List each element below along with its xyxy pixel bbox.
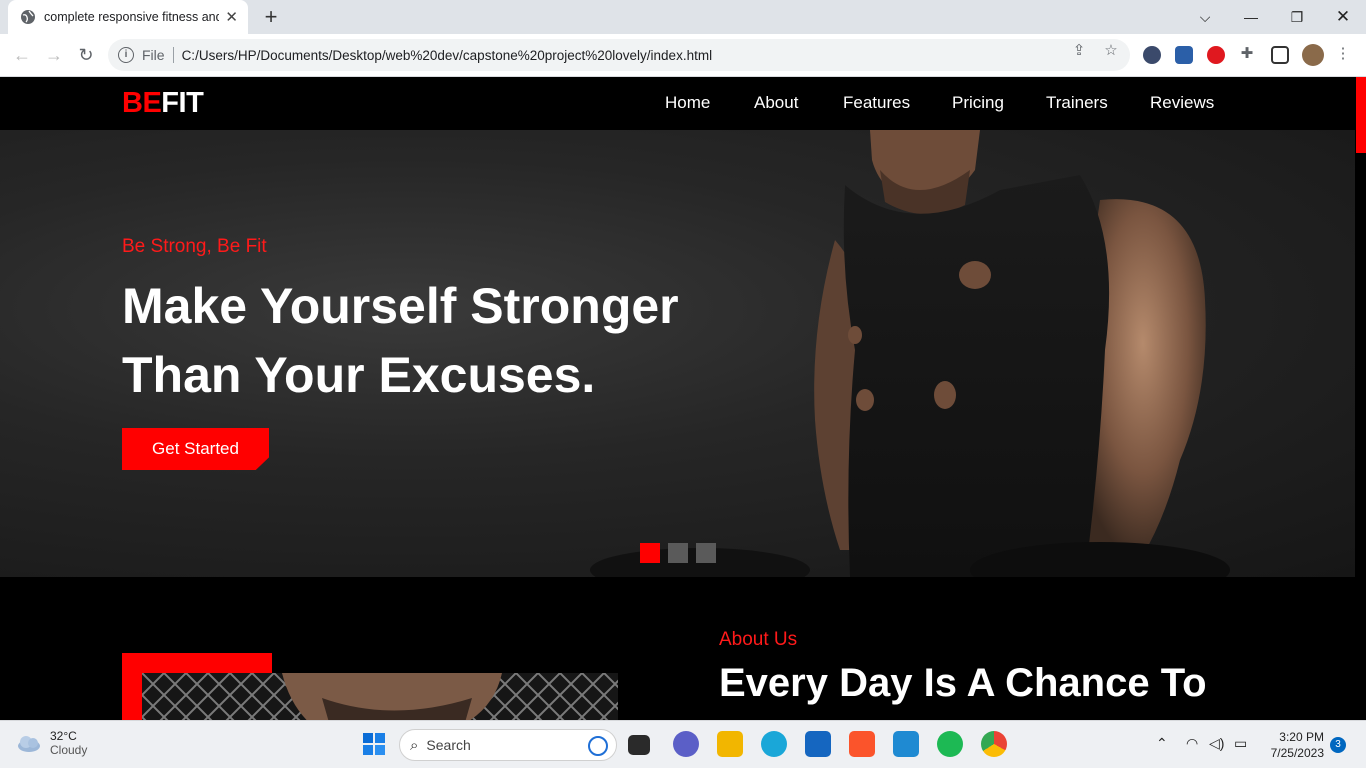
hero-headline-line-1: Make Yourself Stronger [122, 278, 679, 334]
hero-slider: Be Strong, Be Fit Make Yourself Stronger… [0, 130, 1355, 577]
back-button[interactable]: ← [8, 41, 36, 69]
clock-time: 3:20 PM [1279, 730, 1324, 744]
forward-button[interactable]: → [40, 41, 68, 69]
weather-temp: 32°C [50, 729, 77, 743]
extension-icon-2[interactable] [1175, 46, 1193, 64]
taskbar-clock[interactable]: 3:20 PM 7/25/2023 [1262, 729, 1324, 761]
brave-icon[interactable] [849, 731, 875, 757]
hero-headline-line-2: Than Your Excuses. [122, 347, 596, 403]
get-started-button[interactable]: Get Started [122, 428, 269, 470]
notification-badge[interactable]: 3 [1330, 737, 1346, 753]
about-section: About Us Every Day Is A Chance To [0, 577, 1355, 720]
page-scrollbar-thumb[interactable] [1356, 77, 1366, 153]
extension-icon-3[interactable] [1207, 46, 1225, 64]
taskbar-search-label: Search [426, 737, 471, 753]
bing-icon [588, 736, 608, 756]
address-url[interactable]: C:/Users/HP/Documents/Desktop/web%20dev/… [182, 48, 713, 63]
wifi-icon[interactable]: ◠ [1186, 735, 1198, 752]
browser-toolbar: ← → ↻ i File C:/Users/HP/Documents/Deskt… [0, 34, 1366, 77]
weather-widget[interactable]: 32°C Cloudy [16, 729, 87, 757]
cloud-icon [18, 736, 40, 752]
side-panel-icon[interactable] [1271, 46, 1289, 64]
profile-avatar[interactable] [1302, 44, 1324, 66]
maximize-button[interactable]: ❐ [1274, 0, 1320, 34]
site-header: BEFIT Home About Features Pricing Traine… [0, 77, 1355, 130]
nav-home[interactable]: Home [665, 93, 710, 113]
clock-date: 7/25/2023 [1270, 746, 1324, 760]
weather-condition: Cloudy [50, 743, 88, 757]
new-tab-button[interactable]: + [258, 4, 284, 30]
address-separator [172, 47, 174, 63]
nav-reviews[interactable]: Reviews [1150, 93, 1214, 113]
address-scheme: File [142, 47, 165, 63]
slider-dot-1[interactable] [640, 543, 660, 563]
search-icon: ⌕ [410, 736, 419, 754]
chrome-icon[interactable] [981, 731, 1007, 757]
spotify-icon[interactable] [937, 731, 963, 757]
windows-taskbar: 32°C Cloudy ⌕ Search ⌃ ◠ ◁) ▭ 3:20 PM 7/… [0, 720, 1366, 768]
task-view-icon[interactable] [628, 735, 650, 755]
nav-pricing[interactable]: Pricing [952, 93, 1004, 113]
slider-dot-3[interactable] [696, 543, 716, 563]
close-window-button[interactable]: ✕ [1320, 0, 1366, 34]
extension-icon-1[interactable] [1143, 46, 1161, 64]
nav-about[interactable]: About [754, 93, 798, 113]
nav-features[interactable]: Features [843, 93, 910, 113]
page-scrollbar-track[interactable] [1355, 77, 1366, 720]
hero-headline: Make Yourself Stronger Than Your Excuses… [122, 272, 742, 410]
volume-icon[interactable]: ◁) [1209, 735, 1224, 752]
file-explorer-icon[interactable] [717, 731, 743, 757]
logo-part-red: BE [122, 87, 162, 119]
hero-tagline: Be Strong, Be Fit [122, 236, 267, 257]
address-bar[interactable]: i File C:/Users/HP/Documents/Desktop/web… [108, 39, 1130, 71]
tray-overflow-chevron-icon[interactable]: ⌃ [1156, 735, 1168, 752]
about-label: About Us [719, 629, 798, 650]
windows-start-icon[interactable] [361, 731, 387, 757]
tab-title: complete responsive fitness and [44, 10, 220, 24]
menu-kebab-icon[interactable]: ⋮ [1334, 45, 1352, 63]
battery-icon[interactable]: ▭ [1234, 735, 1247, 752]
bookmark-star-icon[interactable]: ☆ [1102, 42, 1120, 60]
about-photo [142, 673, 618, 720]
globe-icon [21, 10, 35, 24]
edge-icon[interactable] [761, 731, 787, 757]
puzzle-extensions-icon[interactable]: ✚ [1238, 45, 1256, 63]
logo-part-white: FIT [161, 87, 204, 119]
vscode-icon[interactable] [893, 731, 919, 757]
info-icon[interactable]: i [118, 47, 134, 63]
teams-icon[interactable] [673, 731, 699, 757]
website-viewport: BEFIT Home About Features Pricing Traine… [0, 77, 1355, 720]
taskbar-search-box[interactable]: ⌕ Search [399, 729, 617, 761]
site-logo[interactable]: BEFIT [122, 87, 204, 120]
slider-dot-2[interactable] [668, 543, 688, 563]
nav-trainers[interactable]: Trainers [1046, 93, 1108, 113]
store-icon[interactable] [805, 731, 831, 757]
tab-search-chevron-icon[interactable]: ⌵ [1182, 0, 1228, 34]
browser-tab[interactable]: complete responsive fitness and ✕ [8, 0, 248, 34]
minimize-button[interactable]: — [1228, 0, 1274, 34]
share-icon[interactable]: ⇪ [1070, 42, 1088, 60]
reload-button[interactable]: ↻ [72, 41, 100, 69]
browser-tabstrip: complete responsive fitness and ✕ + ⌵ — … [0, 0, 1366, 34]
about-heading: Every Day Is A Chance To [719, 661, 1207, 705]
close-tab-icon[interactable]: ✕ [225, 8, 238, 26]
about-chainlink-photo [142, 673, 618, 720]
